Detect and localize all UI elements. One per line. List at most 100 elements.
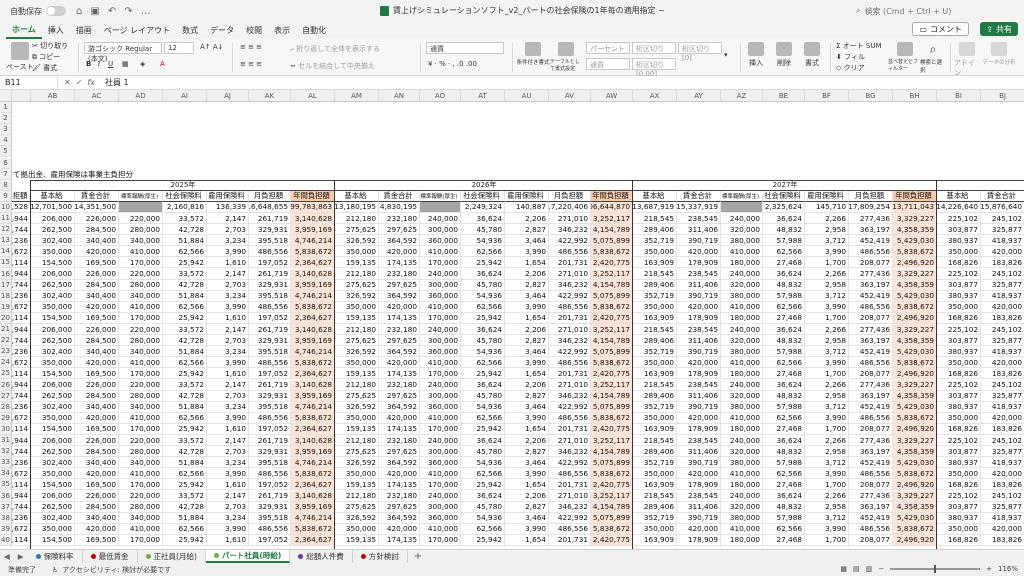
data-cell[interactable]: 420,000	[75, 357, 119, 369]
autosave-toggle[interactable]	[46, 6, 66, 16]
data-cell[interactable]: 2,266	[805, 490, 849, 502]
data-cell[interactable]: 27,468	[763, 479, 805, 491]
row-header[interactable]: 16	[0, 268, 12, 280]
data-cell[interactable]: 238,545	[677, 213, 721, 225]
data-cell[interactable]: 197,052	[249, 368, 291, 380]
data-cell[interactable]: 206,000	[31, 435, 75, 447]
total-cell[interactable]: 16,648,655	[249, 201, 291, 213]
data-cell[interactable]: 350,000	[937, 246, 981, 258]
data-cell[interactable]: 4,746,214	[291, 290, 335, 302]
merge-center-button[interactable]: ⬌ セルを結合して中央揃え	[290, 61, 375, 71]
data-cell[interactable]: 36,624	[763, 213, 805, 225]
data-cell[interactable]: 62,566	[163, 246, 207, 258]
data-cell[interactable]: 4,358,359	[893, 501, 937, 513]
data-cell[interactable]: 302,400	[31, 346, 75, 358]
data-cell[interactable]: 350,000	[31, 246, 75, 258]
data-cell[interactable]: 3,252,117	[591, 379, 633, 391]
data-cell[interactable]: 300,000	[420, 446, 461, 458]
data-cell[interactable]: 297,625	[379, 390, 420, 402]
data-cell[interactable]: 154,500	[31, 423, 75, 435]
data-cell[interactable]: 212,180	[335, 490, 379, 502]
column-title-cell[interactable]: 年間負担額	[591, 190, 633, 202]
data-cell[interactable]: 54,936	[461, 512, 505, 524]
data-cell[interactable]: 320,000	[721, 224, 763, 236]
data-cell[interactable]: 2,420,775	[591, 534, 633, 546]
data-cell[interactable]: 329,931	[249, 446, 291, 458]
data-cell[interactable]: 170,000	[420, 312, 461, 324]
data-cell[interactable]: 300,000	[420, 224, 461, 236]
data-cell[interactable]: 271,010	[549, 324, 591, 336]
data-cell[interactable]: 180,000	[721, 312, 763, 324]
data-cell[interactable]: 36,624	[763, 379, 805, 391]
data-cell[interactable]: 208,077	[849, 257, 893, 269]
data-cell[interactable]: 261,719	[249, 213, 291, 225]
data-cell[interactable]: 420,000	[75, 468, 119, 480]
row-header[interactable]: 19	[0, 301, 12, 313]
data-cell[interactable]: 212,180	[335, 324, 379, 336]
data-cell[interactable]: 289,406	[633, 390, 677, 402]
column-header[interactable]: AW	[591, 90, 633, 102]
data-cell[interactable]: 2,703	[207, 390, 249, 402]
data-cell[interactable]: 201,731	[549, 534, 591, 546]
row-header[interactable]: 8	[0, 179, 12, 191]
data-cell[interactable]: 303,877	[937, 501, 981, 513]
data-cell[interactable]: 3,234	[207, 346, 249, 358]
data-cell[interactable]: 212,180	[335, 268, 379, 280]
data-cell[interactable]: 340,400	[75, 512, 119, 524]
data-cell[interactable]: 284,500	[75, 224, 119, 236]
data-cell[interactable]: 363,197	[849, 279, 893, 291]
data-cell[interactable]: 2,496,920	[893, 368, 937, 380]
data-cell[interactable]: 363,197	[849, 501, 893, 513]
data-cell[interactable]: 486,556	[249, 301, 291, 313]
data-cell[interactable]: 360,000	[420, 457, 461, 469]
data-cell[interactable]: 25,942	[163, 479, 207, 491]
data-cell[interactable]: 2,420,775	[591, 312, 633, 324]
data-cell[interactable]: 4,358,359	[893, 390, 937, 402]
style-comma[interactable]: 桁区切り	[632, 42, 676, 54]
column-title-cell[interactable]: 月負担額	[849, 190, 893, 202]
data-cell[interactable]: 62,566	[163, 301, 207, 313]
data-cell[interactable]: 352,719	[633, 235, 677, 247]
data-cell[interactable]: 25,942	[163, 423, 207, 435]
data-cell[interactable]: 180,000	[721, 257, 763, 269]
data-cell[interactable]: 163,909	[633, 312, 677, 324]
data-cell[interactable]: 183,826	[981, 479, 1024, 491]
data-cell[interactable]: 1,610	[207, 479, 249, 491]
data-cell[interactable]: 4,746,214	[291, 346, 335, 358]
data-cell[interactable]: 418,937	[981, 457, 1024, 469]
data-cell[interactable]: 420,000	[981, 302, 1024, 313]
data-cell[interactable]: 340,400	[75, 401, 119, 413]
row-header[interactable]: 5	[0, 146, 12, 158]
format-painter-button[interactable]: 🖌 書式	[32, 63, 57, 73]
data-cell[interactable]: 245,102	[981, 435, 1024, 447]
data-cell[interactable]: 4,154,789	[591, 279, 633, 291]
column-header[interactable]: AN	[379, 90, 420, 102]
data-cell[interactable]: 5,838,672	[591, 468, 633, 480]
data-cell[interactable]: 420,000	[379, 468, 420, 480]
total-cell[interactable]: 2,249,324	[461, 201, 505, 213]
sheet-tab[interactable]: 方針検討	[353, 550, 408, 563]
data-cell[interactable]: 3,234	[207, 401, 249, 413]
data-cell[interactable]: 320,000	[721, 446, 763, 458]
total-cell[interactable]: 12,701,500	[31, 201, 75, 213]
format-button[interactable]: 書式	[804, 42, 820, 68]
data-cell[interactable]: 5,429,030	[893, 346, 937, 358]
data-cell[interactable]: 218,545	[633, 268, 677, 280]
row-header[interactable]: 32	[0, 446, 12, 458]
data-cell[interactable]: 3,990	[207, 246, 249, 258]
data-cell[interactable]: 25,942	[163, 312, 207, 324]
data-cell[interactable]: 2,266	[805, 213, 849, 225]
data-cell[interactable]: 159,135	[335, 312, 379, 324]
data-cell[interactable]: 5,429,030	[893, 290, 937, 302]
total-cell[interactable]: 145,710	[805, 201, 849, 213]
data-cell[interactable]: 4,154,789	[591, 390, 633, 402]
data-cell[interactable]: 208,077	[849, 534, 893, 546]
data-cell[interactable]: 340,000	[119, 290, 163, 302]
column-header[interactable]: AK	[249, 90, 291, 102]
data-cell[interactable]: 422,992	[549, 457, 591, 469]
data-cell[interactable]: 3,959,169	[291, 335, 335, 347]
data-cell[interactable]: 2,420,775	[591, 368, 633, 380]
sheet-prev-icon[interactable]: ◀	[0, 552, 14, 561]
data-cell[interactable]: 297,625	[379, 501, 420, 513]
data-cell[interactable]: 197,052	[249, 534, 291, 546]
